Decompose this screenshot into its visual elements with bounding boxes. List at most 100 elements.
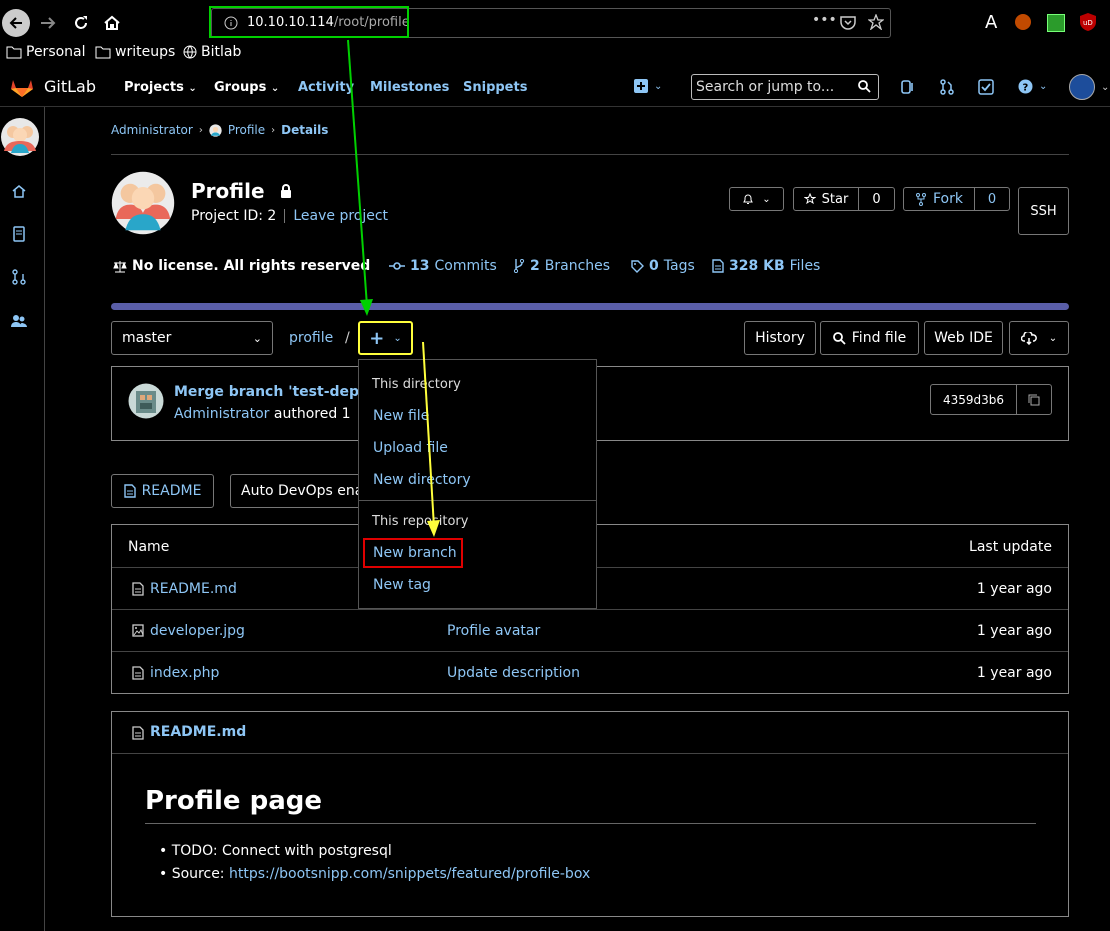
fork-button[interactable]: Fork <box>903 187 975 211</box>
file-last-update: 1 year ago <box>976 665 1052 681</box>
reader-icon[interactable]: A <box>985 12 997 33</box>
branch-select[interactable]: master ⌄ <box>111 321 273 355</box>
file-name-link[interactable]: index.php <box>150 665 219 681</box>
user-menu[interactable]: ⌄ <box>1069 74 1109 100</box>
forward-button[interactable] <box>36 11 60 35</box>
fork-count[interactable]: 0 <box>974 187 1010 211</box>
merge-request-icon[interactable] <box>939 79 955 95</box>
back-button[interactable] <box>2 9 30 37</box>
issues-icon[interactable] <box>900 79 916 95</box>
breadcrumb-details[interactable]: Details <box>281 123 328 137</box>
readme-header: README.md <box>112 712 1068 754</box>
bookmark-writeups[interactable]: writeups <box>95 44 175 60</box>
todo-icon[interactable] <box>978 79 994 95</box>
commit-sha[interactable]: 4359d3b6 <box>930 384 1017 415</box>
source-link[interactable]: https://bootsnipp.com/snippets/featured/… <box>229 866 590 882</box>
auto-devops-button[interactable]: Auto DevOps ena <box>230 474 370 508</box>
menu-new-tag[interactable]: New tag <box>373 577 431 593</box>
menu-new-file[interactable]: New file <box>373 408 429 424</box>
search-input[interactable] <box>694 78 858 96</box>
project-meta: Project ID: 2 Leave project <box>191 208 388 224</box>
file-text-icon <box>132 726 144 740</box>
copy-sha-button[interactable] <box>1016 384 1052 415</box>
table-row[interactable]: developer.jpg Profile avatar 1 year ago <box>112 609 1068 652</box>
new-dropdown-button[interactable]: ⌄ <box>634 79 662 93</box>
star-count[interactable]: 0 <box>858 187 895 211</box>
menu-new-branch[interactable]: New branch <box>373 545 457 561</box>
browser-toolbar: 10.10.10.114/root/profile ••• A uD <box>0 0 1110 44</box>
table-row[interactable]: index.php Update description 1 year ago <box>112 651 1068 694</box>
star-button[interactable]: Star <box>793 187 859 211</box>
url-highlight-box <box>209 6 409 38</box>
readme-panel: README.md Profile page • TODO: Connect w… <box>111 711 1069 917</box>
nav-groups[interactable]: Groups ⌄ <box>214 80 279 95</box>
extension-grid-icon[interactable] <box>1047 14 1065 32</box>
page-actions-icon[interactable]: ••• <box>812 12 837 28</box>
readme-button[interactable]: README <box>111 474 214 508</box>
leave-project-link[interactable]: Leave project <box>293 208 388 224</box>
help-dropdown[interactable]: ? ⌄ <box>1018 79 1047 94</box>
commit-author-avatar[interactable] <box>128 383 164 419</box>
repository-icon[interactable] <box>11 226 27 242</box>
breadcrumb-administrator[interactable]: Administrator <box>111 123 193 137</box>
chevron-down-icon: ⌄ <box>1101 81 1110 93</box>
path-root-link[interactable]: profile <box>289 330 333 346</box>
branches-link[interactable]: 2 Branches <box>513 258 610 274</box>
add-to-tree-dropdown[interactable]: + ⌄ <box>358 321 413 355</box>
bookmark-bitlab[interactable]: Bitlab <box>183 44 241 60</box>
file-size-icon <box>712 259 724 273</box>
history-button[interactable]: History <box>744 321 816 355</box>
project-home-icon[interactable] <box>11 183 27 199</box>
heading-rule <box>145 823 1036 824</box>
file-commit-link[interactable]: Profile avatar <box>447 623 540 639</box>
menu-upload-file[interactable]: Upload file <box>373 440 448 456</box>
breadcrumb-profile[interactable]: Profile <box>228 123 265 137</box>
arrow-left-icon <box>9 17 22 29</box>
tags-link[interactable]: 0 Tags <box>631 258 695 274</box>
commit-author-link[interactable]: Administrator <box>174 406 269 422</box>
members-icon[interactable] <box>11 313 27 329</box>
chevron-down-icon: ⌄ <box>1048 332 1058 344</box>
web-ide-button[interactable]: Web IDE <box>924 321 1003 355</box>
ssh-button[interactable]: SSH <box>1018 187 1069 235</box>
license-info: No license. All rights reserved <box>113 258 370 274</box>
files-link[interactable]: 328 KB Files <box>712 258 820 274</box>
download-dropdown[interactable]: ⌄ <box>1009 321 1069 355</box>
folder-icon <box>6 46 22 58</box>
commits-link[interactable]: 13 Commits <box>389 258 497 274</box>
image-file-icon <box>132 624 144 637</box>
readme-heading: Profile page <box>145 786 323 816</box>
nav-milestones[interactable]: Milestones <box>370 80 449 95</box>
reload-button[interactable] <box>69 11 93 35</box>
nav-projects[interactable]: Projects ⌄ <box>124 80 197 95</box>
breadcrumb: Administrator › Profile › Details <box>111 123 328 137</box>
ublock-icon[interactable]: uD <box>1080 13 1096 31</box>
commit-icon <box>389 262 405 270</box>
tag-icon <box>631 259 644 273</box>
bookmark-personal[interactable]: Personal <box>6 44 86 60</box>
home-button[interactable] <box>100 11 124 35</box>
svg-text:?: ? <box>1023 83 1029 94</box>
gitlab-brand[interactable]: GitLab <box>44 77 96 96</box>
gitlab-logo-icon[interactable] <box>10 76 34 98</box>
find-file-button[interactable]: Find file <box>820 321 919 355</box>
help-icon: ? <box>1018 79 1033 94</box>
commit-title-link[interactable]: Merge branch 'test-dep <box>174 384 359 400</box>
scale-icon <box>113 260 127 272</box>
commit-meta: Administrator authored 1 <box>174 406 351 422</box>
file-name-link[interactable]: developer.jpg <box>150 623 245 639</box>
file-commit-link[interactable]: Update description <box>447 665 580 681</box>
file-name-link[interactable]: README.md <box>150 581 237 597</box>
menu-new-directory[interactable]: New directory <box>373 472 471 488</box>
nav-activity[interactable]: Activity <box>298 80 354 95</box>
readme-filename-link[interactable]: README.md <box>150 724 246 740</box>
nav-snippets[interactable]: Snippets <box>463 80 527 95</box>
search-box[interactable] <box>691 74 879 100</box>
pocket-icon[interactable] <box>840 15 856 30</box>
star-bookmark-icon[interactable] <box>868 14 884 30</box>
extension-fox-icon[interactable] <box>1015 14 1031 30</box>
merge-requests-icon[interactable] <box>11 269 27 285</box>
notification-dropdown[interactable]: ⌄ <box>729 187 784 211</box>
project-avatar[interactable] <box>0 117 40 157</box>
path-separator: / <box>345 330 350 346</box>
